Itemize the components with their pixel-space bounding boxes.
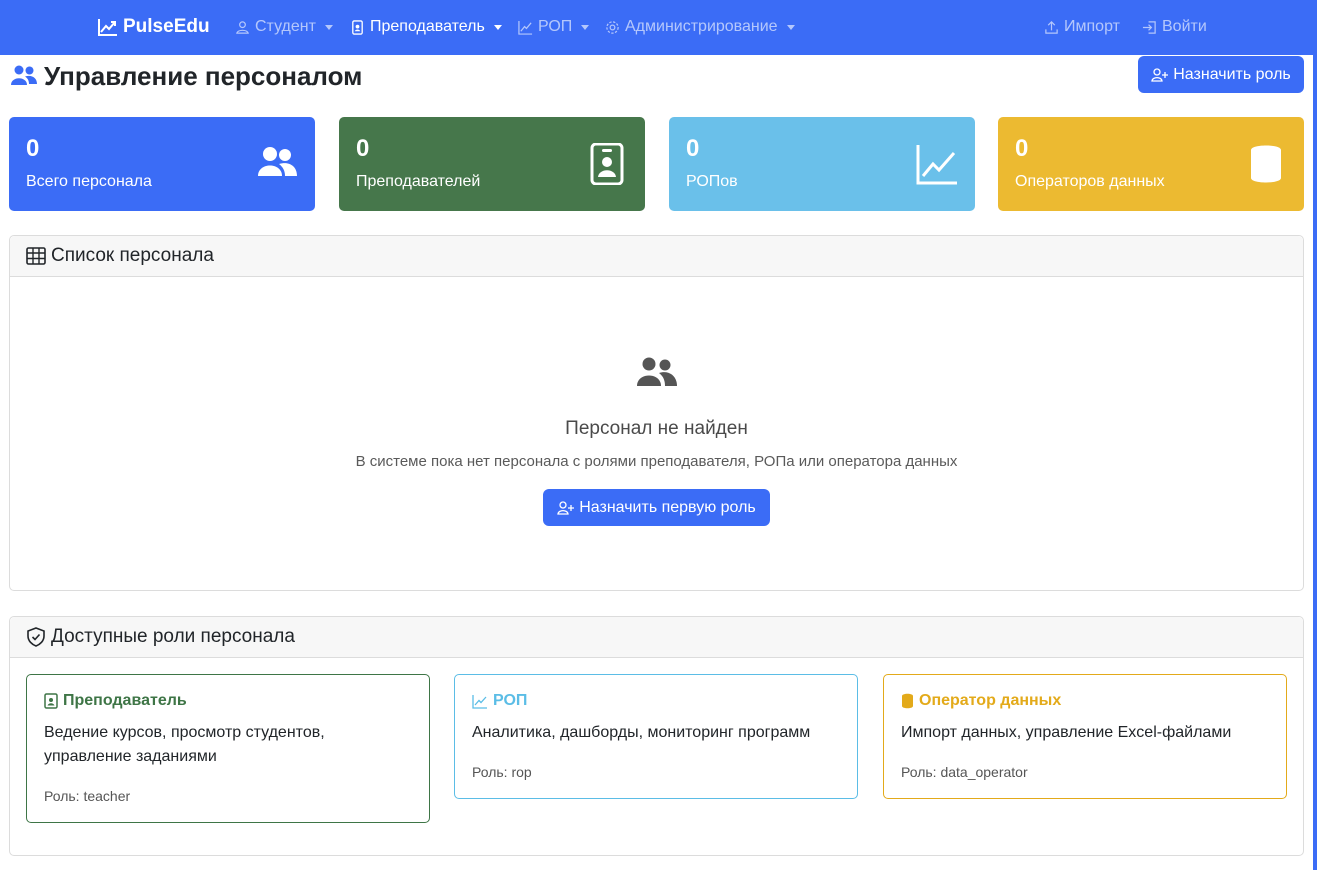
person-icon	[236, 20, 249, 34]
staff-list-header: Список персонала	[10, 236, 1303, 277]
people-icon	[258, 147, 297, 176]
assign-role-button[interactable]: Назначить роль	[1138, 56, 1304, 93]
nav-admin-label: Администрирование	[625, 18, 778, 35]
roles-title: Доступные роли персонала	[51, 626, 295, 647]
role-description: Аналитика, дашборды, мониторинг программ	[472, 724, 811, 741]
nav-rop-label: РОП	[538, 18, 573, 35]
nav-import-label: Импорт	[1064, 18, 1120, 35]
nav-admin-dropdown[interactable]: Администрирование	[605, 16, 795, 38]
role-name: Преподаватель	[63, 692, 187, 709]
nav-login-label: Войти	[1162, 18, 1207, 35]
database-icon	[902, 693, 913, 709]
people-icon	[11, 65, 37, 85]
nav-rop-dropdown[interactable]: РОП	[518, 16, 590, 38]
shield-check-icon	[27, 627, 45, 647]
assign-first-role-button[interactable]: Назначить первую роль	[543, 489, 770, 526]
stat-label: Преподавателей	[356, 173, 481, 190]
upload-icon	[1045, 20, 1058, 34]
role-code: Роль: data_operator	[901, 764, 1028, 780]
graph-icon	[916, 145, 957, 185]
gear-icon	[606, 20, 619, 34]
nav-import-link[interactable]: Импорт	[1044, 16, 1120, 38]
nav-student-dropdown[interactable]: Студент	[235, 16, 333, 38]
scrollbar[interactable]	[1313, 0, 1317, 870]
database-icon	[1251, 145, 1281, 183]
role-title: Преподаватель	[44, 692, 187, 710]
assign-role-label: Назначить роль	[1173, 65, 1291, 83]
stat-value: 0	[1015, 135, 1029, 162]
chevron-down-icon	[324, 24, 333, 30]
stat-label: РОПов	[686, 173, 738, 190]
chevron-down-icon	[786, 24, 795, 30]
graph-icon	[472, 694, 487, 709]
role-code: Роль: teacher	[44, 788, 131, 804]
chevron-down-icon	[493, 24, 502, 30]
role-card-rop: РОП Аналитика, дашборды, мониторинг прог…	[454, 674, 858, 799]
graph-up-icon	[98, 19, 117, 36]
graph-icon	[518, 20, 533, 35]
nav-login-link[interactable]: Войти	[1142, 16, 1207, 38]
page-title: Управление персоналом	[10, 60, 362, 92]
staff-list-title: Список персонала	[51, 245, 214, 266]
role-card-teacher: Преподаватель Ведение курсов, просмотр с…	[26, 674, 430, 823]
badge-icon	[352, 19, 363, 35]
login-icon	[1142, 20, 1156, 34]
role-title: РОП	[472, 692, 527, 710]
badge-icon	[590, 143, 624, 185]
role-description: Ведение курсов, просмотр студентов, упра…	[44, 724, 325, 765]
staff-list-panel: Список персонала Персонал не найден В си…	[9, 235, 1304, 591]
page-title-text: Управление персоналом	[44, 60, 363, 91]
stat-card-rops: 0 РОПов	[669, 117, 975, 211]
empty-state-title: Персонал не найден	[565, 418, 748, 439]
stat-value: 0	[26, 135, 40, 162]
roles-header: Доступные роли персонала	[10, 617, 1303, 658]
people-icon	[637, 357, 677, 386]
table-icon	[26, 247, 46, 265]
person-plus-icon	[1151, 67, 1169, 82]
stat-label: Операторов данных	[1015, 173, 1165, 190]
person-plus-icon	[557, 500, 575, 515]
stat-value: 0	[686, 135, 700, 162]
nav-teacher-dropdown[interactable]: Преподаватель	[350, 16, 502, 38]
role-name: Оператор данных	[919, 692, 1062, 709]
role-title: Оператор данных	[901, 692, 1061, 710]
chevron-down-icon	[581, 24, 590, 30]
top-navbar: PulseEdu Студент Преподаватель РОП Админ…	[0, 0, 1313, 55]
nav-student-label: Студент	[255, 18, 316, 35]
brand-link[interactable]: PulseEdu	[98, 15, 210, 39]
role-card-data-operator: Оператор данных Импорт данных, управлени…	[883, 674, 1287, 799]
role-name: РОП	[493, 692, 528, 709]
stat-value: 0	[356, 135, 370, 162]
stat-card-teachers: 0 Преподавателей	[339, 117, 645, 211]
role-code: Роль: rop	[472, 764, 532, 780]
stat-card-operators: 0 Операторов данных	[998, 117, 1304, 211]
empty-state-text: В системе пока нет персонала с ролями пр…	[355, 453, 958, 470]
badge-icon	[44, 693, 58, 709]
role-description: Импорт данных, управление Excel-файлами	[901, 724, 1232, 741]
roles-panel: Доступные роли персонала Преподаватель В…	[9, 616, 1304, 856]
assign-first-role-label: Назначить первую роль	[579, 498, 756, 516]
nav-teacher-label: Преподаватель	[370, 18, 485, 35]
stat-card-total: 0 Всего персонала	[9, 117, 315, 211]
brand-label: PulseEdu	[123, 16, 210, 37]
stat-label: Всего персонала	[26, 173, 152, 190]
